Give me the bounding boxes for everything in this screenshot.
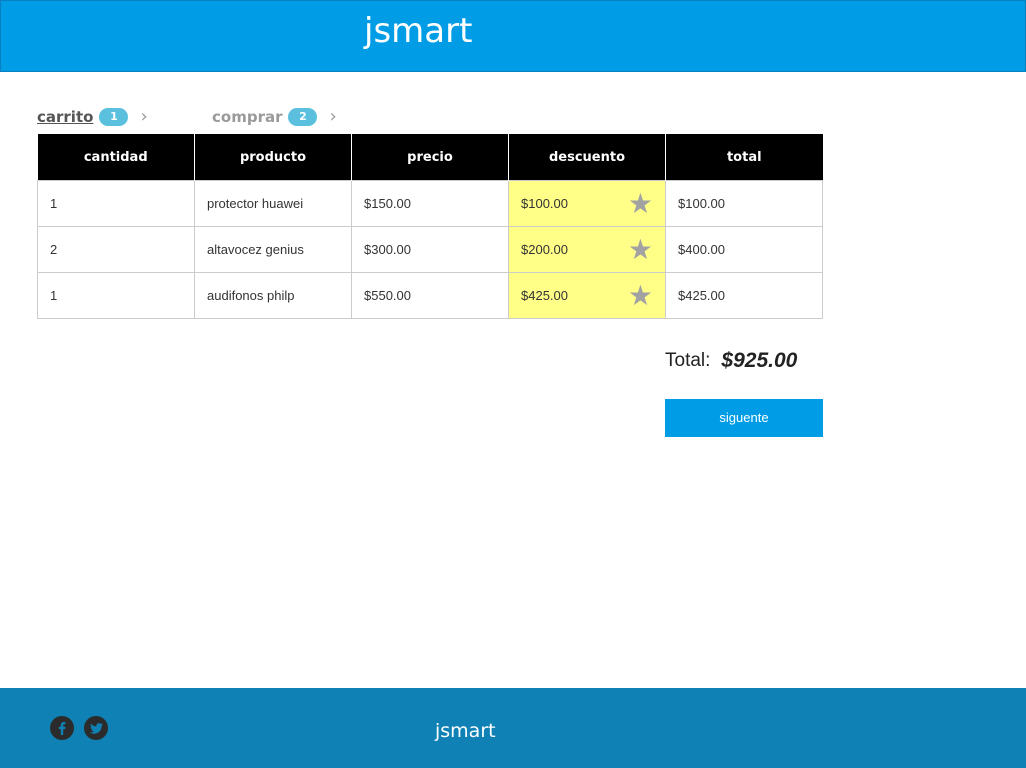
step-cart[interactable]: carrito 1 › xyxy=(37,104,148,130)
cell-quantity: 1 xyxy=(37,272,195,319)
cell-product: protector huawei xyxy=(194,180,352,227)
order-total: Total: $925.00 xyxy=(665,345,797,377)
step-purchase[interactable]: comprar 2 › xyxy=(212,104,337,130)
twitter-icon[interactable] xyxy=(84,716,108,740)
checkout-steps: carrito 1 › comprar 2 › xyxy=(37,104,357,130)
app-header: jsmart xyxy=(0,0,1026,72)
chevron-right-icon: › xyxy=(140,106,148,127)
column-header-price: precio xyxy=(351,134,509,181)
facebook-icon[interactable] xyxy=(50,716,74,740)
cell-total: $100.00 xyxy=(665,180,823,227)
table-row: 2 altavocez genius $300.00 $200.00 ★ $40… xyxy=(37,226,823,273)
cell-total: $425.00 xyxy=(665,272,823,319)
cell-discount: $100.00 ★ xyxy=(508,180,666,227)
cell-discount: $425.00 ★ xyxy=(508,272,666,319)
column-header-discount: descuento xyxy=(508,134,666,181)
cell-total: $400.00 xyxy=(665,226,823,273)
table-row: 1 protector huawei $150.00 $100.00 ★ $10… xyxy=(37,180,823,227)
total-label: Total: xyxy=(665,350,711,371)
cell-product: audifonos philp xyxy=(194,272,352,319)
discount-value: $200.00 xyxy=(521,242,568,257)
footer-title: jsmart xyxy=(435,720,496,742)
step-cart-badge: 1 xyxy=(99,108,129,126)
cell-quantity: 1 xyxy=(37,180,195,227)
cart-table: cantidad producto precio descuento total… xyxy=(37,134,823,319)
star-icon[interactable]: ★ xyxy=(628,189,653,218)
next-button[interactable]: siguente xyxy=(665,399,823,437)
column-header-quantity: cantidad xyxy=(37,134,195,181)
discount-value: $100.00 xyxy=(521,196,568,211)
column-header-product: producto xyxy=(194,134,352,181)
column-header-total: total xyxy=(665,134,823,181)
chevron-right-icon: › xyxy=(329,106,337,127)
cell-price: $300.00 xyxy=(351,226,509,273)
cell-product: altavocez genius xyxy=(194,226,352,273)
step-cart-label[interactable]: carrito xyxy=(37,108,93,126)
cell-price: $150.00 xyxy=(351,180,509,227)
cell-price: $550.00 xyxy=(351,272,509,319)
app-footer: jsmart xyxy=(0,688,1026,768)
discount-value: $425.00 xyxy=(521,288,568,303)
table-row: 1 audifonos philp $550.00 $425.00 ★ $425… xyxy=(37,272,823,319)
step-purchase-badge: 2 xyxy=(288,108,318,126)
total-value: $925.00 xyxy=(721,349,798,372)
cell-quantity: 2 xyxy=(37,226,195,273)
star-icon[interactable]: ★ xyxy=(628,235,653,264)
star-icon[interactable]: ★ xyxy=(628,281,653,310)
app-title: jsmart xyxy=(364,11,473,51)
step-purchase-label[interactable]: comprar xyxy=(212,108,282,126)
table-header-row: cantidad producto precio descuento total xyxy=(37,134,823,181)
cell-discount: $200.00 ★ xyxy=(508,226,666,273)
